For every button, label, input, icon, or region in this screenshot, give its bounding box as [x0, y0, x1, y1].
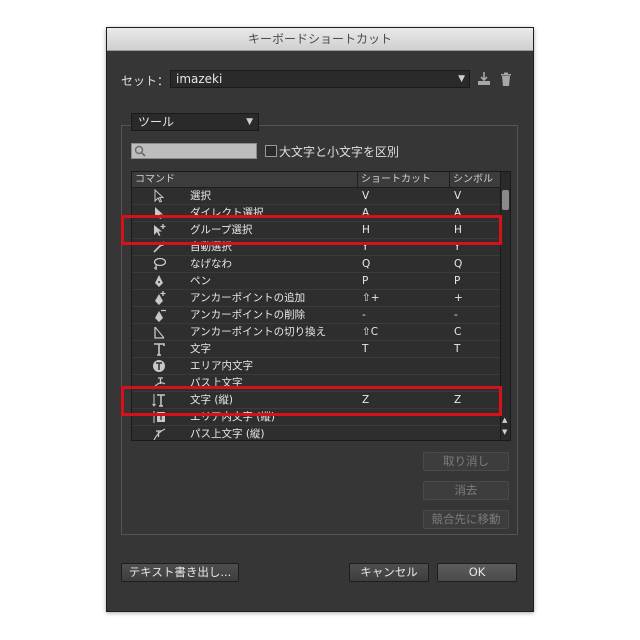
lasso-icon [153, 257, 166, 270]
case-sensitive-checkbox[interactable] [265, 145, 277, 157]
table-header: コマンド ショートカット シンボル [132, 172, 500, 188]
export-text-button[interactable]: テキスト書き出し... [121, 563, 239, 582]
tool-type-value: ツール [138, 115, 175, 129]
row-symbol: T [454, 343, 461, 355]
go-to-conflict-button[interactable]: 競合先に移動 [423, 510, 509, 529]
search-icon [134, 145, 146, 157]
tool-type-dropdown[interactable]: ツール ▼ [131, 113, 259, 131]
row-shortcut[interactable]: - [362, 307, 366, 323]
row-command: アンカーポイントの追加 [190, 292, 306, 304]
table-row[interactable]: 文字 T T [132, 341, 500, 358]
row-command: パス上文字 (縦) [190, 428, 265, 440]
row-command: アンカーポイントの削除 [190, 309, 306, 321]
ok-button[interactable]: OK [437, 563, 517, 582]
undo-button[interactable]: 取り消し [423, 452, 509, 471]
table-row[interactable]: アンカーポイントの切り換え ⇧C C [132, 324, 500, 341]
row-symbol: + [454, 292, 463, 304]
table-row[interactable]: エリア内文字 [132, 358, 500, 375]
row-shortcut[interactable]: P [362, 273, 368, 289]
trash-icon[interactable] [498, 71, 514, 87]
row-shortcut[interactable]: T [362, 341, 368, 357]
row-symbol: C [454, 326, 462, 338]
convert-anchor-point-icon [154, 326, 165, 339]
cancel-button[interactable]: キャンセル [349, 563, 429, 582]
add-anchor-point-icon [155, 291, 166, 305]
dialog-title: キーボードショートカット [107, 28, 533, 51]
row-command: アンカーポイントの切り換え [190, 326, 327, 338]
search-input[interactable] [131, 143, 257, 159]
clear-button[interactable]: 消去 [423, 481, 509, 500]
table-row[interactable]: ペン P P [132, 273, 500, 290]
row-shortcut[interactable]: ⇧C [362, 324, 378, 340]
row-command: 文字 [190, 343, 211, 355]
row-symbol: V [454, 190, 462, 202]
col-shortcut-header[interactable]: ショートカット [358, 172, 450, 187]
selection-arrow-icon [154, 189, 165, 203]
chevron-down-icon: ▼ [246, 117, 253, 127]
row-symbol: - [454, 309, 458, 321]
row-shortcut[interactable]: ⇧+ [362, 290, 380, 306]
row-command: エリア内文字 [190, 360, 253, 372]
vertical-type-on-path-icon [153, 428, 166, 440]
col-command-header[interactable]: コマンド [132, 172, 358, 187]
case-sensitive-label: 大文字と小文字を区別 [279, 145, 400, 159]
row-command: なげなわ [190, 258, 232, 270]
scroll-up-icon[interactable]: ▲ [502, 416, 507, 424]
row-command: 選択 [190, 190, 211, 202]
type-icon [154, 343, 165, 356]
set-value: imazeki [176, 72, 223, 86]
table-row[interactable]: 選択 V V [132, 188, 500, 205]
scroll-down-icon[interactable]: ▼ [502, 428, 507, 436]
chevron-down-icon: ▼ [458, 74, 465, 84]
highlight-vertical-type [121, 386, 502, 416]
keyboard-shortcuts-dialog: キーボードショートカット セット： imazeki ▼ ツール ▼ 大文字と小文… [106, 27, 534, 612]
row-shortcut[interactable]: V [362, 188, 369, 204]
save-set-icon[interactable] [476, 71, 492, 87]
table-row[interactable]: アンカーポイントの削除 - - [132, 307, 500, 324]
row-symbol: P [454, 275, 461, 287]
row-command: ペン [190, 275, 211, 287]
scrollbar-thumb[interactable] [502, 190, 509, 210]
set-label: セット： [121, 74, 170, 88]
highlight-group-selection [121, 215, 502, 245]
delete-anchor-point-icon [155, 309, 166, 322]
table-row[interactable]: なげなわ Q Q [132, 256, 500, 273]
table-row[interactable]: アンカーポイントの追加 ⇧+ + [132, 290, 500, 307]
row-shortcut[interactable]: Q [362, 256, 370, 272]
area-type-icon [153, 360, 165, 372]
row-symbol: Q [454, 258, 463, 270]
pen-icon [155, 275, 163, 287]
col-symbol-header[interactable]: シンボル [450, 172, 500, 187]
table-row[interactable]: パス上文字 (縦) [132, 426, 500, 440]
set-dropdown[interactable]: imazeki ▼ [170, 70, 470, 88]
